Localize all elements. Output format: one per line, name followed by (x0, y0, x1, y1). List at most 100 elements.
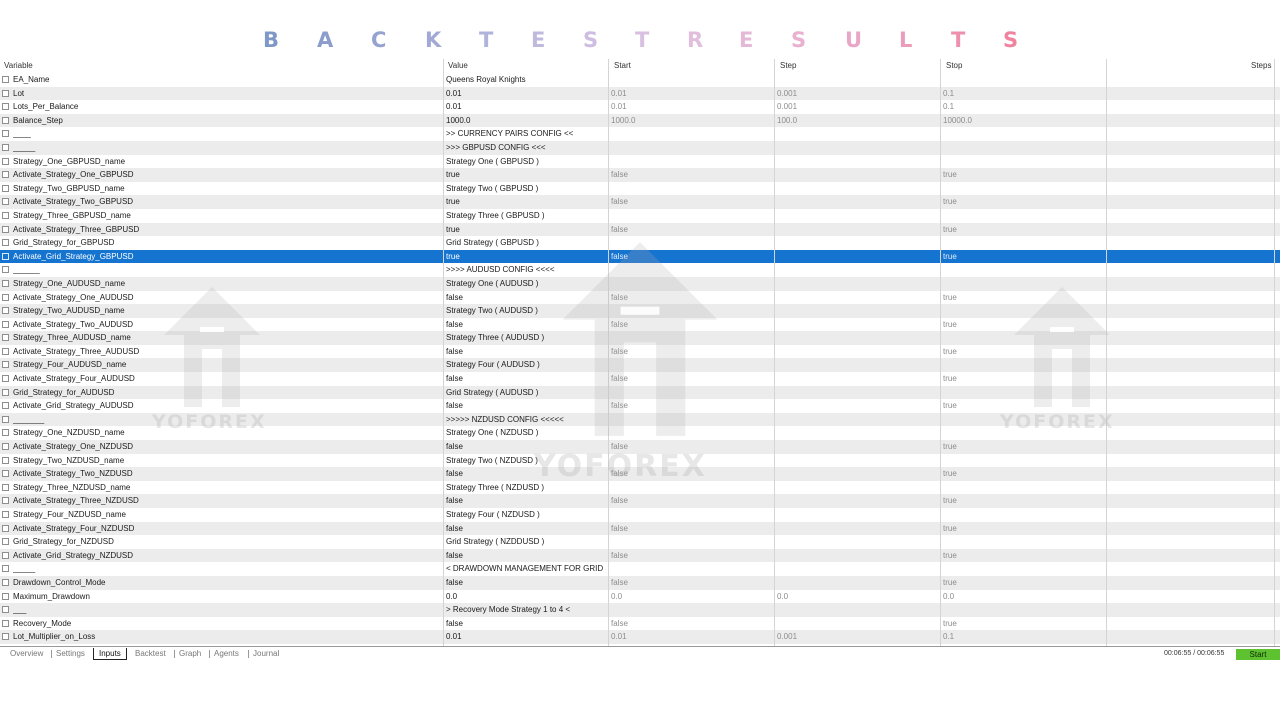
row-checkbox[interactable] (2, 171, 9, 179)
cell-start[interactable]: false (611, 399, 771, 413)
table-row[interactable]: Drawdown_Control_Mode false false true (0, 575, 1280, 590)
cell-value[interactable]: true (446, 168, 606, 182)
table-row[interactable]: Grid_Strategy_for_AUDUSD Grid Strategy ( … (0, 385, 1280, 400)
table-row[interactable]: Activate_Strategy_One_AUDUSD false false tr… (0, 291, 1280, 305)
row-checkbox[interactable] (2, 266, 9, 274)
cell-value[interactable]: Grid Strategy ( NZDDUSD ) (446, 535, 606, 549)
table-row[interactable]: Activate_Strategy_One_GBPUSD true false tru… (0, 168, 1280, 182)
tab-overview[interactable]: Overview (8, 648, 45, 660)
table-row[interactable]: ____ >> CURRENCY PAIRS CONFIG << (0, 127, 1280, 141)
cell-value[interactable]: false (446, 549, 606, 563)
cell-value[interactable]: Strategy Four ( NZDUSD ) (446, 508, 606, 522)
row-checkbox[interactable] (2, 633, 9, 641)
column-header-variable[interactable]: Variable (4, 61, 33, 70)
row-checkbox[interactable] (2, 116, 9, 124)
cell-value[interactable]: false (446, 318, 606, 332)
cell-value[interactable]: Strategy One ( GBPUSD ) (446, 155, 606, 169)
cell-stop[interactable]: 0.1 (943, 630, 1103, 644)
row-checkbox[interactable] (2, 157, 9, 165)
cell-stop[interactable]: true (943, 195, 1103, 209)
row-checkbox[interactable] (2, 225, 9, 233)
row-checkbox[interactable] (2, 470, 9, 478)
cell-value[interactable]: true (446, 250, 606, 264)
row-checkbox[interactable] (2, 538, 9, 546)
table-row[interactable]: Activate_Strategy_Four_AUDUSD false false t… (0, 372, 1280, 386)
table-row[interactable]: Activate_Grid_Strategy_GBPUSD true false tr… (0, 249, 1280, 264)
table-row[interactable]: _____ < DRAWDOWN MANAGEMENT FOR GRID STRA… (0, 562, 1280, 576)
table-row[interactable]: Activate_Strategy_Three_AUDUSD false false… (0, 345, 1280, 359)
cell-start[interactable]: false (611, 250, 771, 264)
column-header-stop[interactable]: Stop (946, 61, 962, 70)
cell-step[interactable]: 0.0 (777, 590, 937, 604)
table-row[interactable]: Strategy_Three_AUDUSD_name Strategy Three… (0, 331, 1280, 345)
cell-start[interactable]: 0.01 (611, 630, 771, 644)
table-row[interactable]: ______ >>>> AUDUSD CONFIG <<<< (0, 263, 1280, 277)
cell-stop[interactable]: true (943, 291, 1103, 305)
cell-stop[interactable]: true (943, 467, 1103, 481)
cell-value[interactable]: >> CURRENCY PAIRS CONFIG << (446, 127, 606, 141)
row-checkbox[interactable] (2, 456, 9, 464)
cell-value[interactable]: Grid Strategy ( GBPUSD ) (446, 236, 606, 250)
row-checkbox[interactable] (2, 143, 9, 151)
cell-value[interactable]: false (446, 576, 606, 590)
row-checkbox[interactable] (2, 565, 9, 573)
cell-start[interactable]: false (611, 318, 771, 332)
cell-start[interactable]: false (611, 345, 771, 359)
cell-stop[interactable]: true (943, 223, 1103, 237)
row-checkbox[interactable] (2, 524, 9, 532)
table-row[interactable]: Grid_Strategy_for_GBPUSD Grid Strategy ( … (0, 236, 1280, 250)
tab-backtest[interactable]: Backtest (133, 648, 168, 660)
cell-value[interactable]: Strategy Two ( AUDUSD ) (446, 304, 606, 318)
row-checkbox[interactable] (2, 429, 9, 437)
row-checkbox[interactable] (2, 443, 9, 451)
cell-value[interactable]: false (446, 522, 606, 536)
table-row[interactable]: Activate_Strategy_Four_NZDUSD false false t… (0, 521, 1280, 536)
cell-stop[interactable]: true (943, 372, 1103, 386)
row-checkbox[interactable] (2, 415, 9, 423)
table-row[interactable]: Activate_Grid_Strategy_NZDUSD false false t… (0, 548, 1280, 563)
table-row[interactable]: Lot_Multiplier_on_Loss 0.01 0.01 0.001 0.1 (0, 630, 1280, 644)
cell-value[interactable]: Strategy Four ( AUDUSD ) (446, 358, 606, 372)
table-row[interactable]: Strategy_Four_AUDUSD_name Strategy Four (… (0, 358, 1280, 373)
cell-value[interactable]: Strategy Two ( GBPUSD ) (446, 182, 606, 196)
row-checkbox[interactable] (2, 239, 9, 247)
table-row[interactable]: Recovery_Mode false false true (0, 617, 1280, 631)
row-checkbox[interactable] (2, 578, 9, 586)
column-header-value[interactable]: Value (448, 61, 468, 70)
row-checkbox[interactable] (2, 307, 9, 315)
cell-start[interactable]: 0.01 (611, 100, 771, 114)
cell-start[interactable]: false (611, 494, 771, 508)
row-checkbox[interactable] (2, 89, 9, 97)
cell-value[interactable]: true (446, 195, 606, 209)
cell-stop[interactable]: true (943, 576, 1103, 590)
cell-stop[interactable]: 0.1 (943, 100, 1103, 114)
column-header-step[interactable]: Step (780, 61, 796, 70)
tab-settings[interactable]: Settings (54, 648, 87, 660)
cell-value[interactable]: 0.01 (446, 100, 606, 114)
cell-stop[interactable]: true (943, 318, 1103, 332)
row-checkbox[interactable] (2, 388, 9, 396)
cell-stop[interactable]: true (943, 549, 1103, 563)
tab-inputs[interactable]: Inputs (93, 648, 127, 660)
table-row[interactable]: Lots_Per_Balance 0.01 0.01 0.001 0.1 (0, 100, 1280, 114)
cell-step[interactable]: 0.001 (777, 87, 937, 101)
cell-stop[interactable]: 0.0 (943, 590, 1103, 604)
cell-stop[interactable]: true (943, 440, 1103, 454)
cell-start[interactable]: false (611, 223, 771, 237)
cell-stop[interactable]: true (943, 345, 1103, 359)
row-checkbox[interactable] (2, 103, 9, 111)
table-row[interactable]: Activate_Strategy_Three_GBPUSD true false t… (0, 222, 1280, 237)
cell-start[interactable]: false (611, 617, 771, 631)
cell-value[interactable]: false (446, 291, 606, 305)
tab-graph[interactable]: Graph (177, 648, 203, 660)
column-header-start[interactable]: Start (614, 61, 631, 70)
row-checkbox[interactable] (2, 551, 9, 559)
table-row[interactable]: EA_Name Queens Royal Knights (0, 73, 1280, 87)
table-row[interactable]: Strategy_One_AUDUSD_name Strategy One ( A… (0, 276, 1280, 291)
cell-step[interactable]: 0.001 (777, 630, 937, 644)
row-checkbox[interactable] (2, 606, 9, 614)
row-checkbox[interactable] (2, 198, 9, 206)
tab-journal[interactable]: Journal (251, 648, 281, 660)
cell-value[interactable]: false (446, 617, 606, 631)
cell-start[interactable]: false (611, 372, 771, 386)
